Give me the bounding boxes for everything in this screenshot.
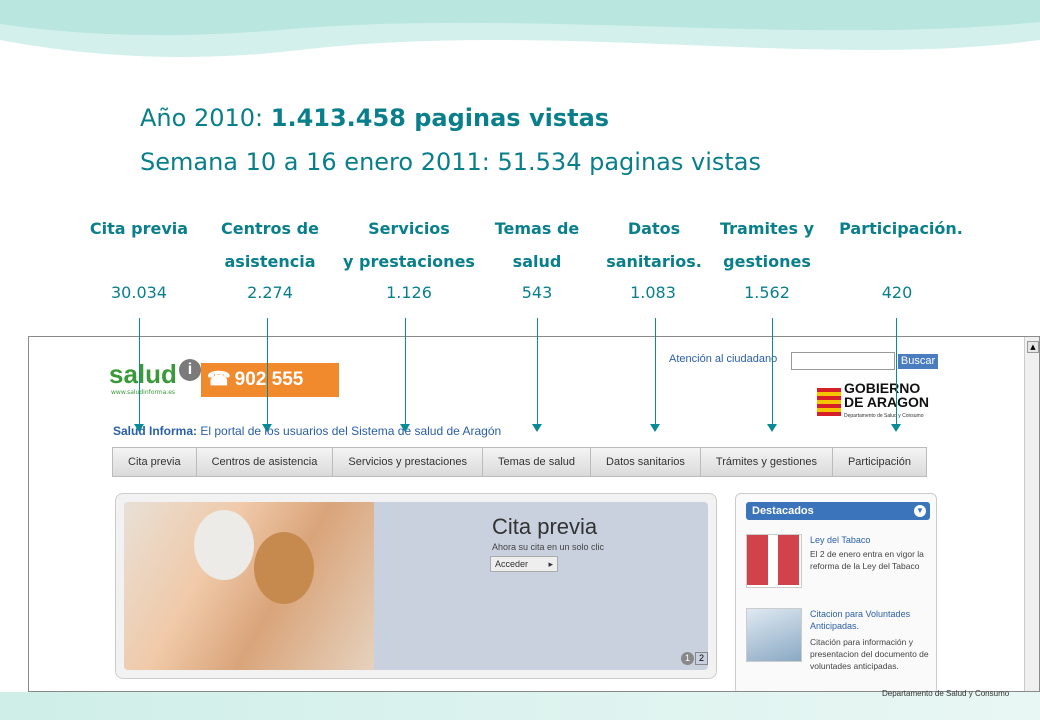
salud-informa-logo[interactable]: salud i bbox=[109, 359, 201, 390]
nav-cita-previa[interactable]: Cita previa bbox=[113, 448, 197, 476]
nav-servicios-prestaciones[interactable]: Servicios y prestaciones bbox=[333, 448, 483, 476]
hero-title: Cita previa bbox=[492, 514, 598, 539]
week-total-line: Semana 10 a 16 enero 2011: 51.534 pagina… bbox=[140, 148, 761, 176]
nav-centros-asistencia[interactable]: Centros de asistencia bbox=[197, 448, 334, 476]
scrollbar[interactable]: ▲ bbox=[1024, 337, 1039, 691]
logo-url: www.saludinforma.es bbox=[111, 389, 176, 396]
scroll-up-icon[interactable]: ▲ bbox=[1027, 341, 1039, 353]
connector-line bbox=[405, 318, 406, 424]
connector-line bbox=[267, 318, 268, 424]
stat-label-tramites: Tramites y gestiones bbox=[719, 219, 815, 271]
stat-value-tramites: 1.562 bbox=[744, 283, 790, 302]
play-icon: ▸ bbox=[548, 559, 553, 569]
decorative-waves bbox=[0, 0, 1040, 57]
nav-tramites-gestiones[interactable]: Trámites y gestiones bbox=[701, 448, 833, 476]
stat-label-temas: Temas de salud bbox=[494, 219, 580, 271]
stat-label-centros: Centros de asistencia bbox=[221, 219, 319, 271]
connector-line bbox=[772, 318, 773, 424]
hero-pager: 12 bbox=[680, 652, 708, 665]
nav-participacion[interactable]: Participación bbox=[833, 448, 926, 476]
connector-line bbox=[537, 318, 538, 424]
connector-line bbox=[655, 318, 656, 424]
hero-subtitle: Ahora su cita en un solo clic bbox=[492, 542, 605, 552]
hero-photo bbox=[124, 502, 374, 670]
news-desc: Citación para información y presentacion… bbox=[810, 637, 929, 671]
pager-2[interactable]: 2 bbox=[695, 652, 708, 665]
arrow-down-icon bbox=[650, 424, 660, 432]
connector-line bbox=[896, 318, 897, 424]
arrow-down-icon bbox=[532, 424, 542, 432]
connector-line bbox=[139, 318, 140, 424]
main-nav: Cita previa Centros de asistencia Servic… bbox=[112, 447, 927, 477]
year-total-value: 1.413.458 paginas vistas bbox=[270, 104, 610, 132]
footer-department: Departamento de Salud y Consumo bbox=[882, 689, 1010, 698]
arrow-down-icon bbox=[891, 424, 901, 432]
news-desc: El 2 de enero entra en vigor la reforma … bbox=[810, 549, 924, 571]
news-item-tabaco[interactable]: Ley del Tabaco El 2 de enero entra en vi… bbox=[746, 534, 930, 594]
arrow-down-icon bbox=[767, 424, 777, 432]
destacados-header[interactable]: Destacados ▼ bbox=[746, 502, 930, 520]
arrow-down-icon bbox=[134, 424, 144, 432]
gobierno-aragon-logo[interactable]: GOBIERNO DE ARAGON Departamento de Salud… bbox=[817, 381, 929, 423]
news-title[interactable]: Ley del Tabaco bbox=[810, 534, 930, 546]
voluntades-thumbnail bbox=[746, 608, 802, 662]
website-screenshot: salud i www.saludinforma.es ☎ 902 555 321 … bbox=[28, 336, 1040, 692]
stat-label-datos: Datos sanitarios. bbox=[606, 219, 702, 271]
stat-label-participacion: Participación. bbox=[839, 219, 963, 238]
stat-value-temas: 543 bbox=[521, 283, 553, 302]
phone-banner: ☎ 902 555 321 bbox=[201, 363, 339, 424]
arrow-down-icon bbox=[400, 424, 410, 432]
acceder-button[interactable]: Acceder ▸ bbox=[490, 556, 558, 572]
nav-temas-salud[interactable]: Temas de salud bbox=[483, 448, 592, 476]
arrow-down-icon bbox=[262, 424, 272, 432]
stat-label-cita-previa: Cita previa bbox=[89, 219, 189, 238]
news-item-voluntades[interactable]: Citacion para Voluntades Anticipadas. Ci… bbox=[746, 608, 930, 672]
aragon-flag-icon bbox=[817, 388, 841, 416]
nav-datos-sanitarios[interactable]: Datos sanitarios bbox=[591, 448, 701, 476]
atencion-ciudadano-link[interactable]: Atención al ciudadano bbox=[669, 353, 777, 365]
search-input[interactable] bbox=[791, 352, 895, 370]
info-icon: i bbox=[178, 359, 201, 381]
news-title[interactable]: Citacion para Voluntades Anticipadas. bbox=[810, 608, 930, 632]
year-label: Año 2010: bbox=[140, 104, 264, 132]
stat-value-centros: 2.274 bbox=[247, 283, 293, 302]
destacados-panel: Destacados ▼ Ley del Tabaco El 2 de ener… bbox=[735, 493, 937, 691]
year-total-line: Año 2010: 1.413.458 paginas vistas bbox=[140, 104, 609, 132]
stat-value-participacion: 420 bbox=[881, 283, 913, 302]
stat-value-servicios: 1.126 bbox=[386, 283, 432, 302]
phone-icon: ☎ bbox=[207, 369, 231, 390]
portal-tagline: Salud Informa: El portal de los usuarios… bbox=[113, 424, 502, 438]
pager-1[interactable]: 1 bbox=[681, 652, 694, 665]
hero-banner: Cita previa Ahora su cita en un solo cli… bbox=[115, 493, 717, 679]
stat-label-servicios: Servicios y prestaciones bbox=[343, 219, 475, 271]
no-smoking-thumbnail bbox=[746, 534, 802, 588]
buscar-button[interactable]: Buscar bbox=[898, 354, 938, 369]
stat-value-cita-previa: 30.034 bbox=[111, 283, 167, 302]
chevron-down-icon[interactable]: ▼ bbox=[914, 505, 926, 517]
stat-value-datos: 1.083 bbox=[630, 283, 676, 302]
